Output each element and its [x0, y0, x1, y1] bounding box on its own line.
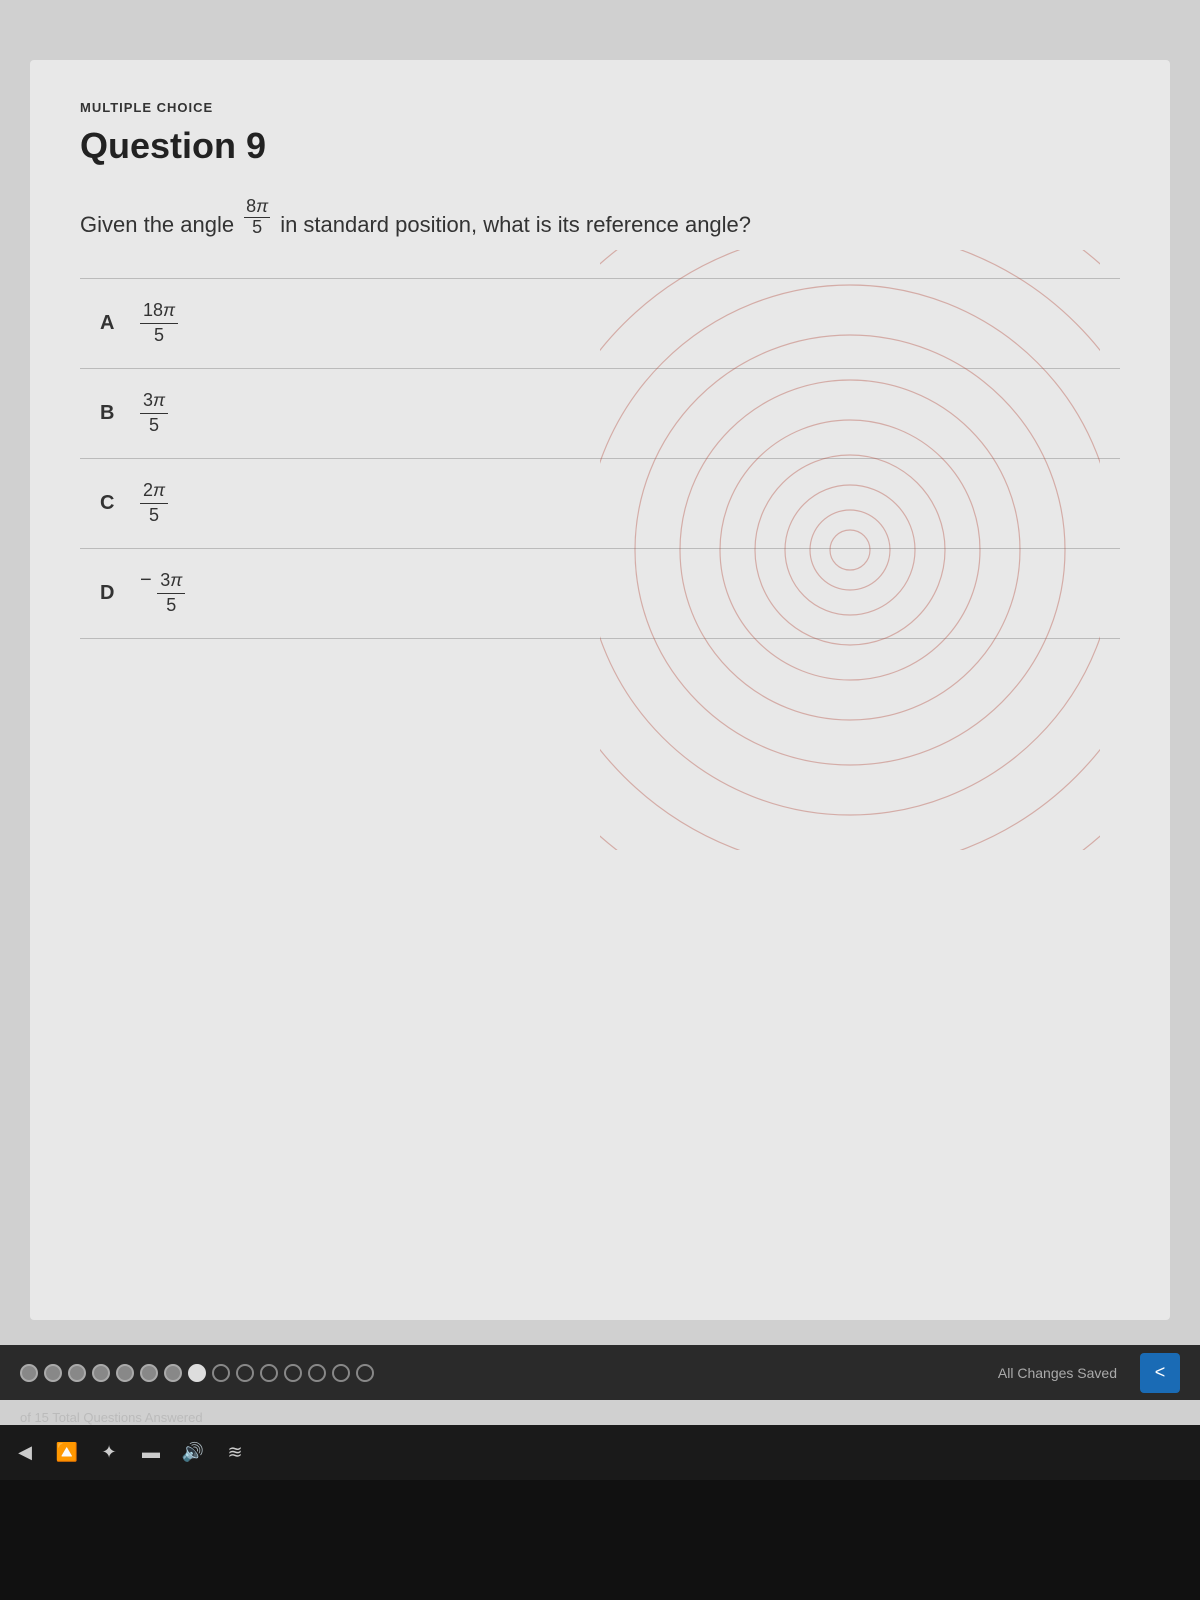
angle-numerator: 8π	[244, 197, 270, 218]
question-title: Question 9	[80, 125, 1120, 167]
dot-11	[260, 1364, 278, 1382]
taskbar-screen-icon: ▬	[136, 1438, 166, 1468]
taskbar-back-icon[interactable]: ◀	[10, 1438, 40, 1468]
dot-current	[188, 1364, 206, 1382]
choice-value-c: 2π 5	[140, 458, 1120, 548]
dot-1	[20, 1364, 38, 1382]
dot-5	[116, 1364, 134, 1382]
choice-row-b[interactable]: B 3π 5	[80, 368, 1120, 458]
choice-row-c[interactable]: C 2π 5	[80, 458, 1120, 548]
choice-fraction-c: 2π 5	[140, 479, 168, 527]
choice-fraction-b: 3π 5	[140, 389, 168, 437]
dot-9	[212, 1364, 230, 1382]
choice-b-num: 3π	[140, 389, 168, 413]
choice-value-d: − 3π 5	[140, 548, 1120, 638]
all-changes-saved-label: All Changes Saved	[998, 1365, 1117, 1381]
choice-letter-a: A	[80, 278, 140, 368]
screen: MULTIPLE CHOICE Question 9 Given the ang…	[0, 0, 1200, 1600]
choice-d-negative: −	[140, 569, 152, 591]
dot-13	[308, 1364, 326, 1382]
dot-15	[356, 1364, 374, 1382]
question-type-label: MULTIPLE CHOICE	[80, 100, 1120, 115]
questions-count: of 15 Total Questions Answered	[20, 1410, 203, 1425]
taskbar-volume-icon[interactable]: 🔊	[178, 1438, 208, 1468]
taskbar-wifi-icon: ≋	[220, 1438, 250, 1468]
choice-letter-d: D	[80, 548, 140, 638]
question-text-before: Given the angle	[80, 212, 234, 238]
taskbar-network-icon: 🔼	[52, 1438, 82, 1468]
bottom-bar: All Changes Saved <	[0, 1345, 1200, 1400]
choice-letter-c: C	[80, 458, 140, 548]
progress-dots	[20, 1364, 990, 1382]
question-text: Given the angle 8π 5 in standard positio…	[80, 197, 1120, 238]
dot-6	[140, 1364, 158, 1382]
choice-fraction-d: 3π 5	[157, 569, 185, 617]
choice-row-d[interactable]: D − 3π 5	[80, 548, 1120, 638]
dot-14	[332, 1364, 350, 1382]
angle-denominator: 5	[250, 218, 264, 238]
choice-fraction-a: 18π 5	[140, 299, 178, 347]
dot-7	[164, 1364, 182, 1382]
choice-a-den: 5	[147, 324, 171, 347]
choice-c-den: 5	[142, 504, 166, 527]
dot-3	[68, 1364, 86, 1382]
choice-d-num: 3π	[157, 569, 185, 593]
choices-table: A 18π 5 B 3π 5	[80, 278, 1120, 639]
choice-letter-b: B	[80, 368, 140, 458]
choice-row-a[interactable]: A 18π 5	[80, 278, 1120, 368]
choice-d-den: 5	[159, 594, 183, 617]
choice-b-den: 5	[142, 414, 166, 437]
taskbar: ◀ 🔼 ✦ ▬ 🔊 ≋	[0, 1425, 1200, 1480]
question-text-after: in standard position, what is its refere…	[280, 212, 751, 238]
taskbar-bluetooth-icon: ✦	[94, 1438, 124, 1468]
nav-back-button[interactable]: <	[1140, 1353, 1180, 1393]
questions-count-text: of 15 Total Questions Answered	[20, 1410, 203, 1425]
dark-bottom-area	[0, 1480, 1200, 1600]
dot-4	[92, 1364, 110, 1382]
choice-value-a: 18π 5	[140, 278, 1120, 368]
choice-value-b: 3π 5	[140, 368, 1120, 458]
angle-fraction: 8π 5	[244, 197, 270, 238]
dot-2	[44, 1364, 62, 1382]
choice-c-num: 2π	[140, 479, 168, 503]
dot-12	[284, 1364, 302, 1382]
dot-10	[236, 1364, 254, 1382]
quiz-card: MULTIPLE CHOICE Question 9 Given the ang…	[30, 60, 1170, 1320]
choice-a-num: 18π	[140, 299, 178, 323]
